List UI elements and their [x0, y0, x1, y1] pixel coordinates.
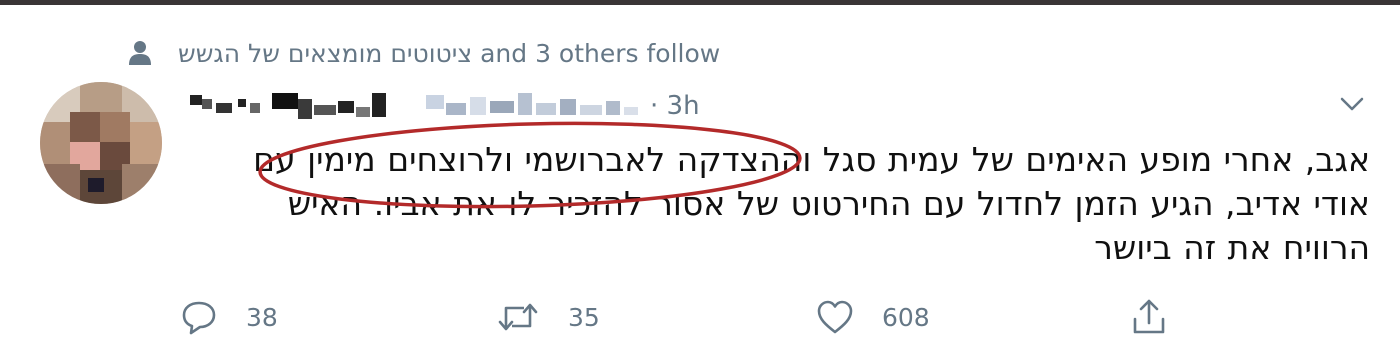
like-button[interactable]: 608 — [816, 293, 930, 341]
top-border — [0, 0, 1400, 5]
retweet-icon — [498, 303, 538, 331]
person-icon — [129, 41, 151, 65]
tweet-text-line: אגב, אחרי מופע האימים של עמית סגל וההצדק… — [253, 140, 1370, 179]
reply-button[interactable]: 38 — [180, 293, 278, 341]
pixelated-avatar-image — [40, 82, 162, 204]
chevron-down-icon[interactable] — [1336, 90, 1368, 118]
reply-count: 38 — [246, 302, 278, 332]
like-icon — [817, 300, 853, 334]
author-row: · 3h — [186, 88, 700, 124]
retweet-count: 35 — [568, 302, 600, 332]
social-context[interactable]: ציטוטים מומצאים של הגשש and 3 others fol… — [128, 38, 720, 68]
blurred-author-name[interactable] — [186, 89, 646, 123]
avatar[interactable] — [40, 82, 162, 204]
tweet-text-line: הרוויח את זה ביושר — [1094, 228, 1370, 267]
like-count: 608 — [882, 302, 930, 332]
tweet-text: אגב, אחרי מופע האימים של עמית סגל וההצדק… — [180, 138, 1370, 270]
share-button[interactable] — [1130, 293, 1168, 341]
reply-icon — [182, 301, 216, 335]
tweet-timestamp[interactable]: · 3h — [650, 91, 700, 121]
social-context-text: ציטוטים מומצאים של הגשש and 3 others fol… — [178, 38, 721, 68]
retweet-button[interactable]: 35 — [496, 293, 600, 341]
tweet-text-line: אודי אדיב, הגיע הזמן לחדול עם החירטוט של… — [287, 184, 1370, 223]
share-icon — [1133, 299, 1165, 334]
